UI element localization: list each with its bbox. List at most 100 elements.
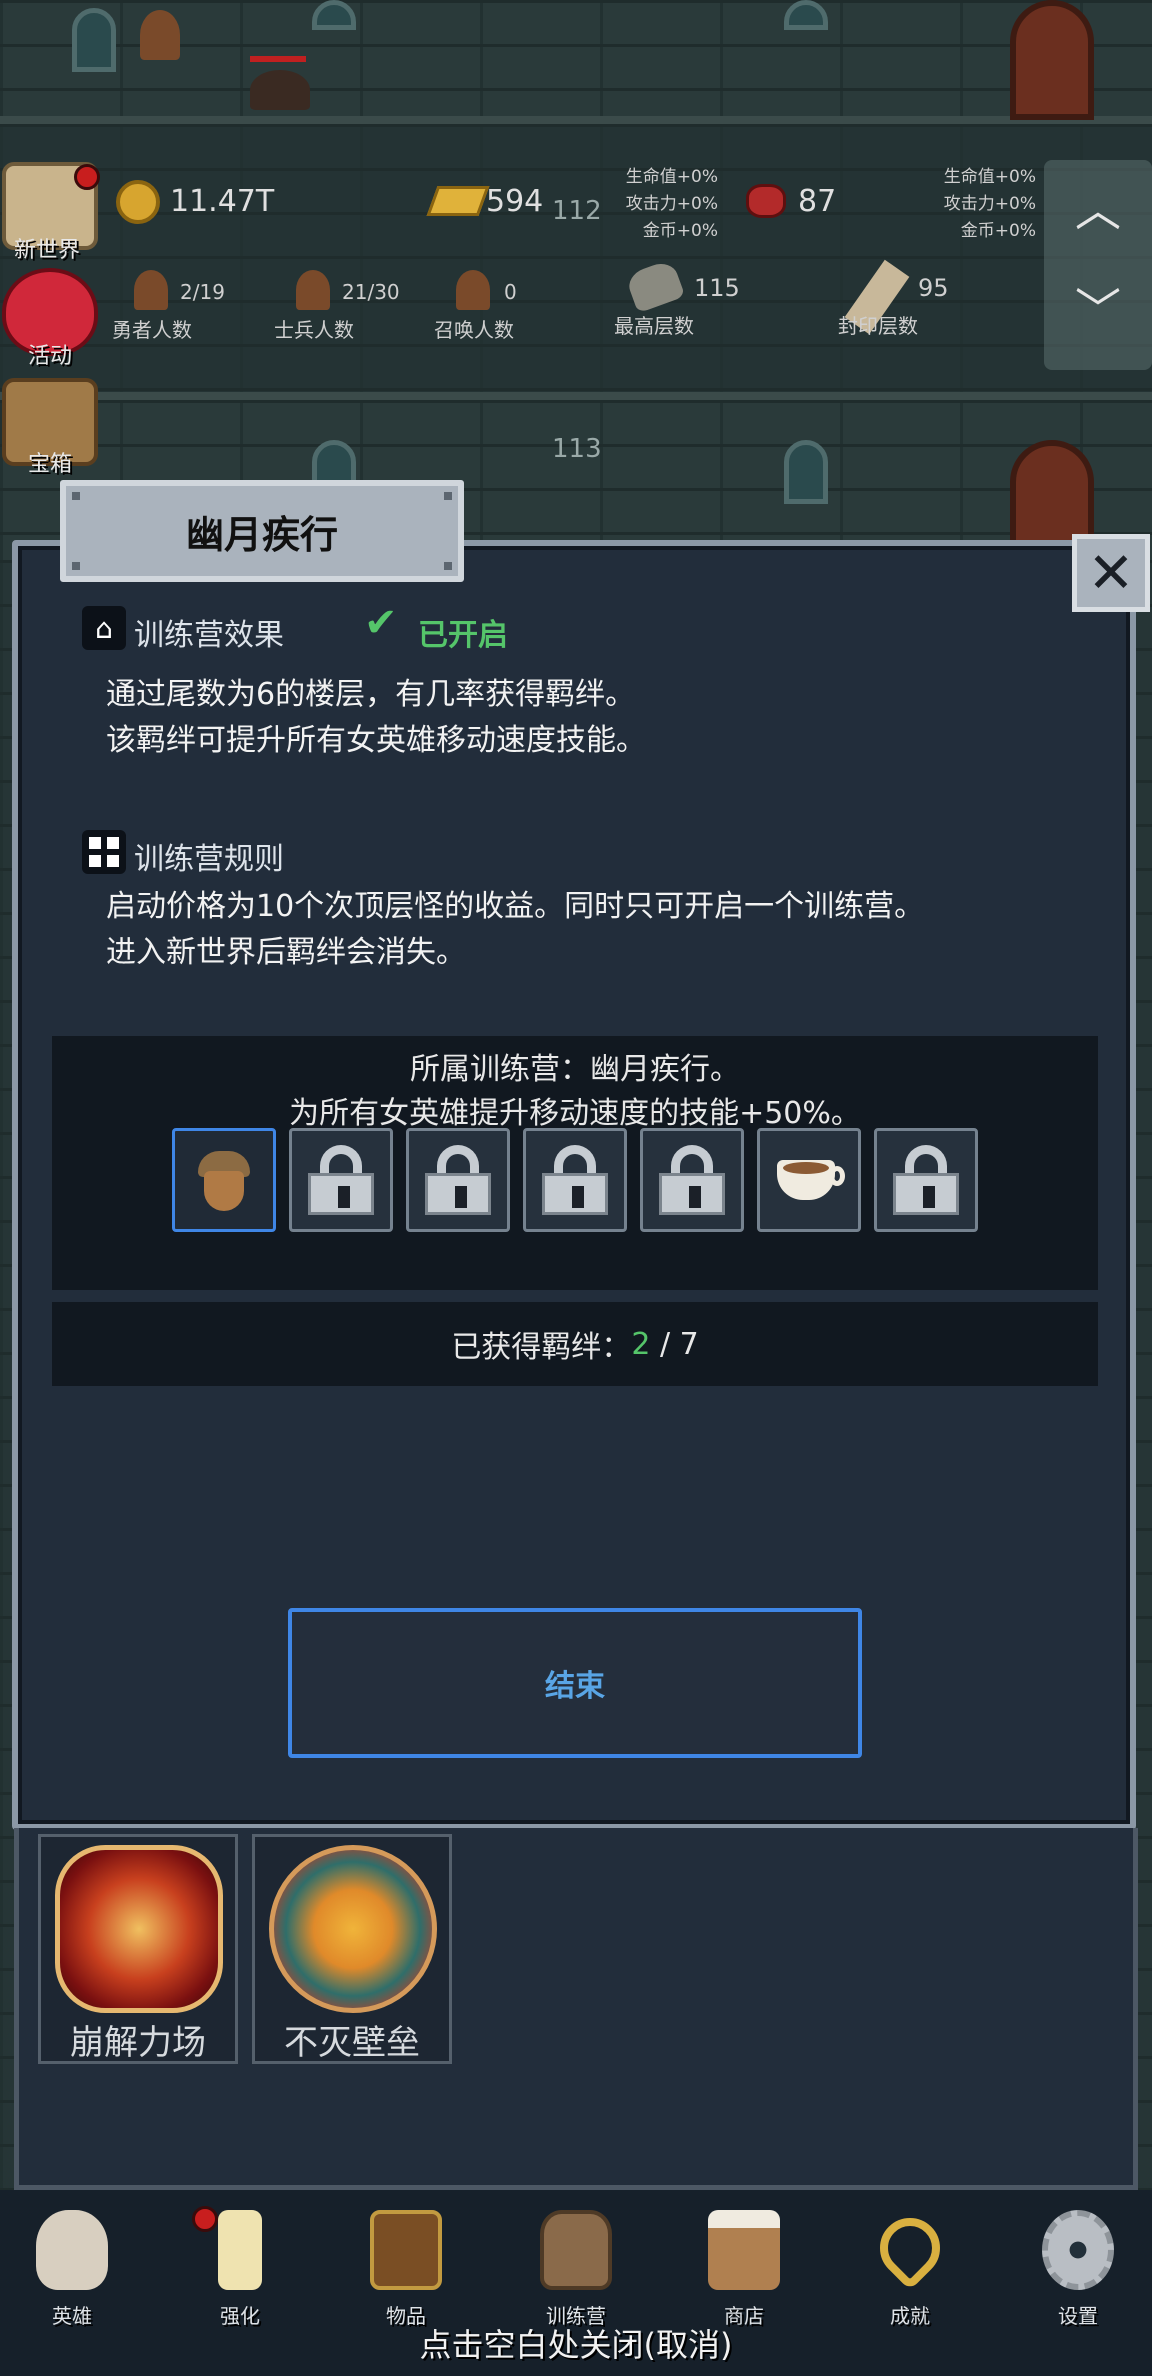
scroll-up-icon[interactable]: ︿ bbox=[1044, 160, 1152, 260]
mug-icon bbox=[708, 2210, 780, 2290]
bond-count-panel: 已获得羁绊： 2 / 7 bbox=[52, 1302, 1098, 1386]
notification-dot bbox=[192, 2206, 218, 2232]
nav-upgrade[interactable]: 强化 bbox=[180, 2200, 300, 2330]
gear-icon bbox=[1042, 2210, 1114, 2290]
acorn-icon bbox=[194, 1147, 254, 1213]
rules-line: 进入新世界后羁绊会消失。 bbox=[106, 935, 466, 970]
castle-door bbox=[1010, 0, 1094, 120]
soldier-count-icon bbox=[296, 270, 330, 310]
bond-slot-coffee[interactable] bbox=[757, 1128, 861, 1232]
house-icon: ⌂ bbox=[82, 606, 126, 650]
soldier-count-value: 21/30 bbox=[342, 280, 400, 304]
gold-bar-amount: 594 bbox=[486, 184, 544, 219]
floor-scroll-buttons[interactable]: ︿ ﹀ bbox=[1044, 160, 1152, 370]
obtained-label: 已获得羁绊： bbox=[451, 1330, 632, 1365]
obtained-current: 2 bbox=[631, 1326, 651, 1362]
skill-card-collapse-field[interactable]: 崩解力场 bbox=[38, 1834, 238, 2064]
bonus-gold: 金币+0% bbox=[642, 221, 718, 241]
effect-line: 通过尾数为6的楼层，有几率获得羁绊。 bbox=[106, 677, 636, 712]
skill-card-immortal-barrier[interactable]: 不灭壁垒 bbox=[252, 1834, 452, 2064]
bonus-stats-right: 生命值+0% 攻击力+0% 金币+0% bbox=[918, 164, 1036, 245]
nav-shop[interactable]: 商店 bbox=[684, 2200, 804, 2330]
bonus-hp: 生命值+0% bbox=[943, 167, 1036, 187]
lock-icon bbox=[542, 1145, 608, 1215]
bonus-stats-left: 生命值+0% 攻击力+0% 金币+0% bbox=[600, 164, 718, 245]
castle-window bbox=[72, 8, 116, 72]
candle-icon bbox=[218, 2210, 262, 2290]
castle-window bbox=[784, 440, 828, 504]
nav-items[interactable]: 物品 bbox=[346, 2200, 466, 2330]
hero-sprite bbox=[140, 10, 180, 60]
rules-line: 启动价格为10个次顶层怪的收益。同时只可开启一个训练营。 bbox=[106, 889, 925, 924]
hero-count-label: 勇者人数 bbox=[112, 318, 192, 342]
obtained-total: 7 bbox=[679, 1326, 699, 1362]
notification-dot bbox=[74, 164, 100, 190]
rivet bbox=[72, 562, 80, 570]
gem-amount: 87 bbox=[798, 184, 837, 219]
gold-amount: 11.47T bbox=[170, 184, 275, 219]
side-menu-event[interactable]: 活动 bbox=[28, 338, 72, 370]
floor-divider bbox=[0, 116, 1152, 124]
bond-slot-acorn[interactable] bbox=[172, 1128, 276, 1232]
bond-slot-locked[interactable] bbox=[523, 1128, 627, 1232]
effect-line: 该羁绊可提升所有女英雄移动速度技能。 bbox=[106, 723, 646, 758]
rivet bbox=[72, 492, 80, 500]
bonus-line: 为所有女英雄提升移动速度的技能+50%。 bbox=[289, 1096, 861, 1131]
lock-icon bbox=[659, 1145, 725, 1215]
floor-number-113: 113 bbox=[552, 434, 602, 464]
bond-slot-locked[interactable] bbox=[406, 1128, 510, 1232]
lock-icon bbox=[308, 1145, 374, 1215]
nav-settings[interactable]: 设置 bbox=[1018, 2200, 1138, 2330]
bond-slot-locked[interactable] bbox=[289, 1128, 393, 1232]
rules-heading: 训练营规则 bbox=[134, 842, 284, 877]
top-floor-value: 115 bbox=[694, 274, 740, 302]
side-menu-new-world[interactable]: 新世界 bbox=[14, 232, 80, 264]
skull-icon bbox=[36, 2210, 108, 2290]
monster-hp-bar bbox=[250, 56, 306, 62]
rivet bbox=[444, 492, 452, 500]
bond-slot-locked[interactable] bbox=[640, 1128, 744, 1232]
nav-hero[interactable]: 英雄 bbox=[12, 2200, 132, 2330]
end-button[interactable]: 结束 bbox=[288, 1608, 862, 1758]
hero-count-icon bbox=[134, 270, 168, 310]
immortal-barrier-icon bbox=[269, 1845, 437, 2013]
seal-floor-value: 95 bbox=[918, 274, 949, 302]
soldier-count-label: 士兵人数 bbox=[274, 318, 354, 342]
collapse-field-icon bbox=[55, 1845, 223, 2013]
close-button[interactable]: ✕ bbox=[1072, 534, 1150, 612]
lock-icon bbox=[425, 1145, 491, 1215]
lantern-icon bbox=[540, 2210, 612, 2290]
coffee-icon bbox=[771, 1152, 847, 1208]
summon-count-icon bbox=[456, 270, 490, 310]
effect-description: 通过尾数为6的楼层，有几率获得羁绊。 该羁绊可提升所有女英雄移动速度技能。 bbox=[106, 672, 1086, 764]
rules-description: 启动价格为10个次顶层怪的收益。同时只可开启一个训练营。 进入新世界后羁绊会消失… bbox=[106, 884, 1106, 976]
status-enabled: 已开启 bbox=[418, 618, 508, 653]
nav-achievements[interactable]: 成就 bbox=[850, 2200, 970, 2330]
book-icon bbox=[370, 2210, 442, 2290]
bond-slot-locked[interactable] bbox=[874, 1128, 978, 1232]
gold-bar-icon bbox=[426, 186, 490, 216]
side-menu-chest[interactable]: 宝箱 bbox=[28, 446, 72, 478]
effect-heading: 训练营效果 bbox=[134, 618, 284, 653]
top-floor-label: 最高层数 bbox=[614, 314, 694, 338]
lock-icon bbox=[893, 1145, 959, 1215]
bonus-hp: 生命值+0% bbox=[625, 167, 718, 187]
grid-icon-dots bbox=[89, 837, 119, 867]
close-icon[interactable]: ✕ bbox=[1088, 541, 1135, 606]
skill-label: 不灭壁垒 bbox=[284, 2023, 420, 2063]
skill-label: 崩解力场 bbox=[70, 2023, 206, 2063]
key-icon bbox=[867, 2205, 953, 2291]
scroll-down-icon[interactable]: ﹀ bbox=[1044, 260, 1152, 360]
dialog-title-tab: 幽月疾行 bbox=[60, 480, 464, 582]
nav-training-camp[interactable]: 训练营 bbox=[516, 2200, 636, 2330]
camp-line: 所属训练营：幽月疾行。 bbox=[410, 1052, 740, 1087]
grid-icon bbox=[82, 830, 126, 874]
dialog-title: 幽月疾行 bbox=[185, 512, 338, 557]
floor-number-112: 112 bbox=[552, 196, 602, 226]
ruby-gem-icon bbox=[746, 184, 786, 218]
bonus-gold: 金币+0% bbox=[960, 221, 1036, 241]
tap-to-close-hint[interactable]: 点击空白处关闭(取消) bbox=[0, 2320, 1152, 2366]
rivet bbox=[444, 562, 452, 570]
checkmark-icon: ✔ bbox=[364, 600, 398, 646]
bonus-atk: 攻击力+0% bbox=[625, 194, 718, 214]
